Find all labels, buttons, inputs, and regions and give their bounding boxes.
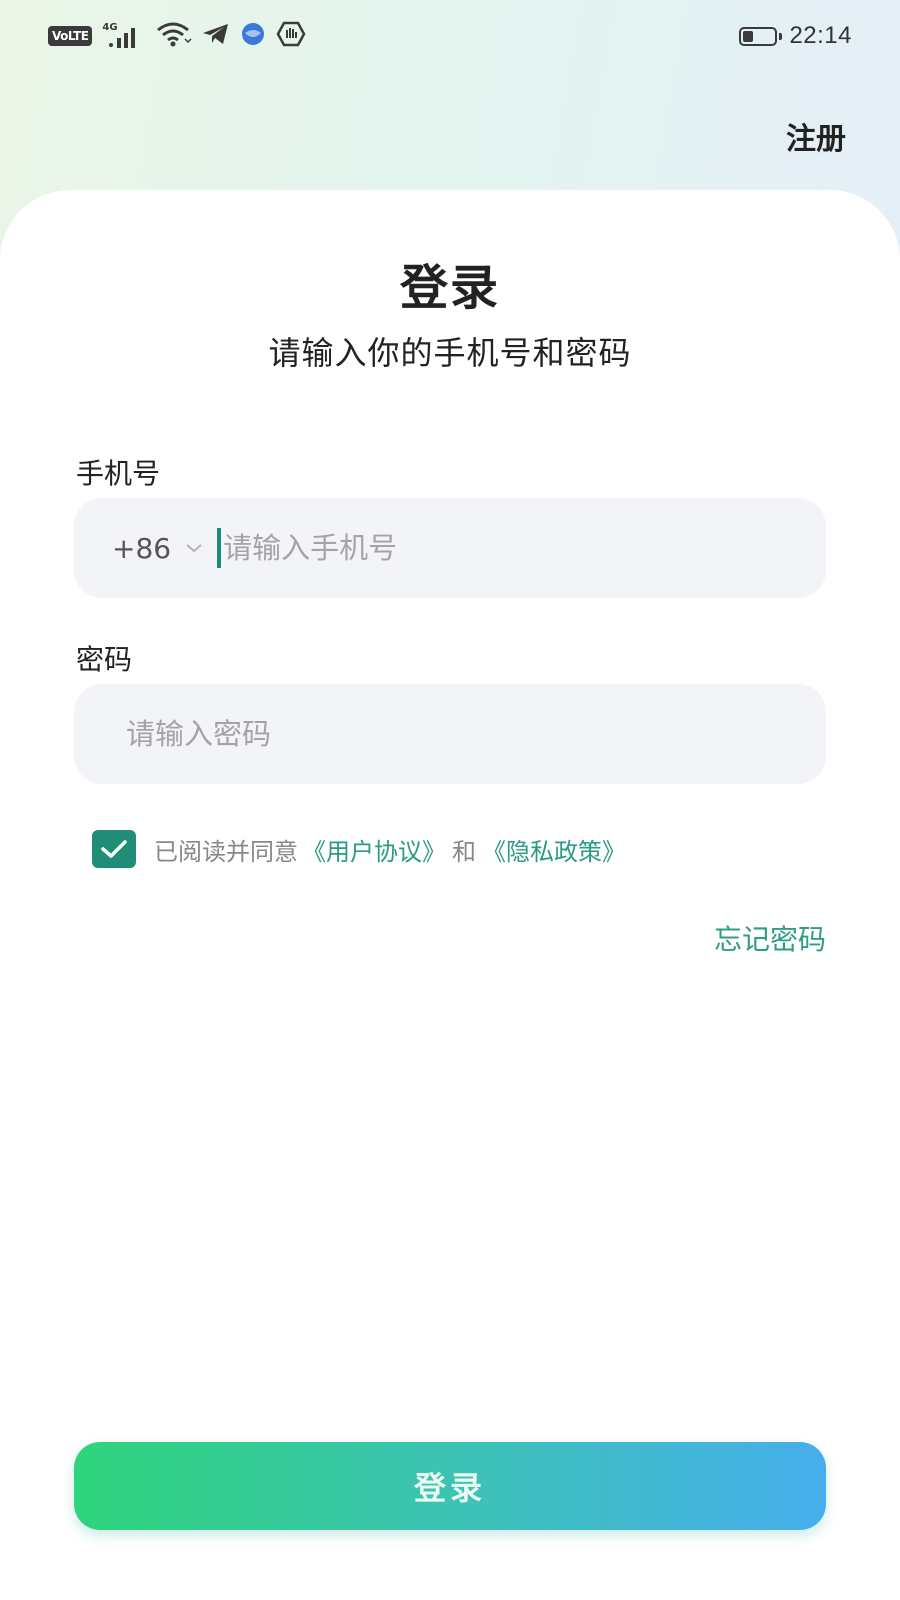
- hand-shield-icon: [276, 21, 306, 51]
- telegram-icon: [202, 22, 230, 50]
- privacy-policy-link[interactable]: 《隐私政策》: [482, 832, 626, 867]
- phone-input[interactable]: [223, 518, 826, 578]
- phone-label: 手机号: [76, 457, 161, 490]
- check-icon: [101, 840, 127, 858]
- status-icons-left: VoLTE 4G: [48, 20, 306, 52]
- login-card: 登录 请输入你的手机号和密码 手机号 +86 密码 已阅读并同意 《用户协议》 …: [0, 190, 900, 1600]
- volte-badge: VoLTE: [48, 26, 93, 46]
- forgot-password-link[interactable]: 忘记密码: [714, 918, 826, 958]
- user-agreement-link[interactable]: 《用户协议》: [302, 832, 446, 867]
- agreement-and: 和: [452, 837, 476, 866]
- page-title: 登录: [399, 260, 500, 316]
- status-bar: VoLTE 4G 22:14: [0, 0, 900, 76]
- agreement-row: 已阅读并同意 《用户协议》 和 《隐私政策》: [92, 830, 626, 868]
- register-button[interactable]: 注册: [786, 114, 846, 158]
- agreement-checkbox[interactable]: [92, 830, 136, 868]
- chevron-down-icon[interactable]: [185, 539, 203, 558]
- cellular-signal-icon: 4G: [102, 22, 146, 50]
- page-subtitle: 请输入你的手机号和密码: [268, 334, 632, 372]
- password-field: [74, 684, 826, 784]
- password-input[interactable]: [126, 704, 826, 764]
- password-label: 密码: [76, 643, 133, 676]
- app-blue-icon: [240, 21, 266, 51]
- status-icons-right: 22:14: [739, 20, 852, 52]
- wifi-icon: [156, 21, 192, 51]
- clock: 22:14: [789, 22, 852, 49]
- login-button[interactable]: 登录: [74, 1442, 826, 1530]
- country-code-select[interactable]: +86: [112, 532, 171, 565]
- text-cursor: [217, 528, 222, 568]
- phone-field: +86: [74, 498, 826, 598]
- battery-icon: [739, 26, 783, 46]
- battery-fill: [743, 30, 754, 42]
- agreement-prefix: 已阅读并同意: [154, 837, 298, 866]
